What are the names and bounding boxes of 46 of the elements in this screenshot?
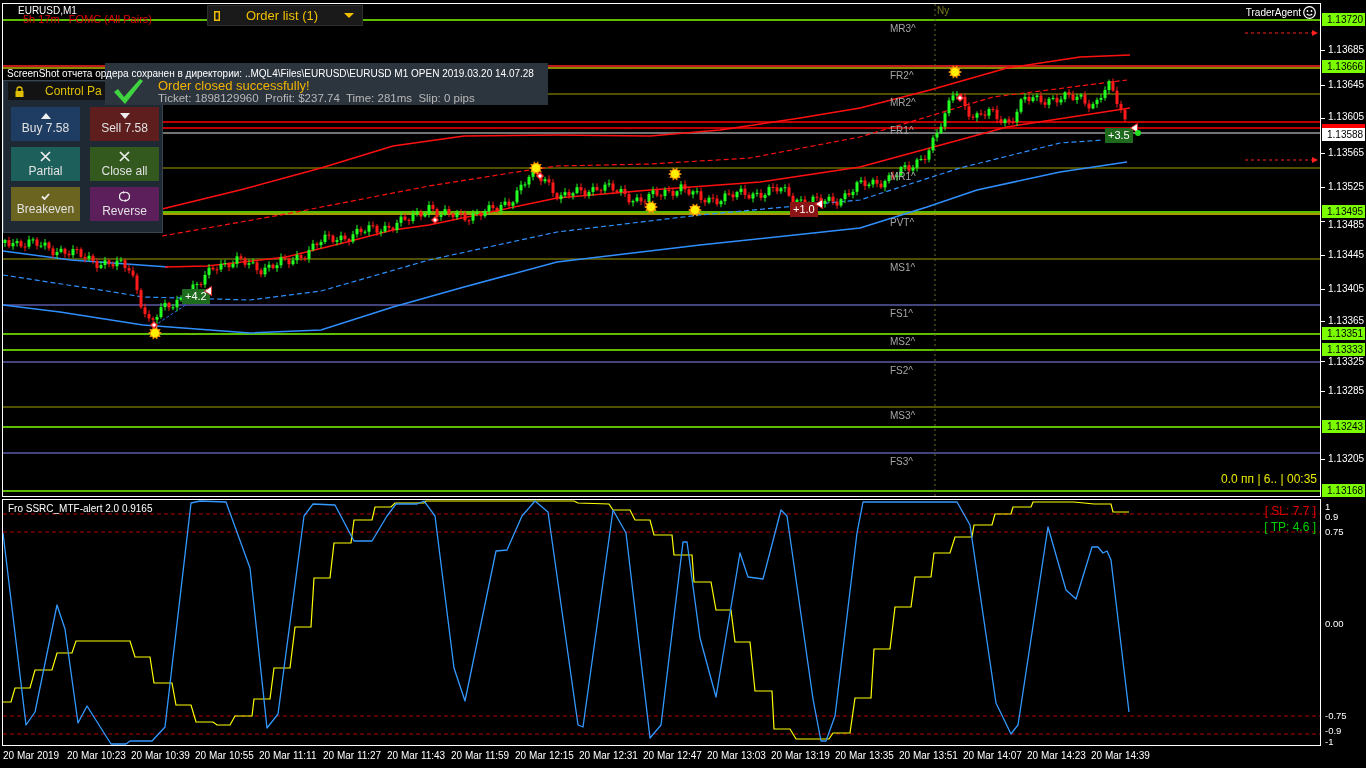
price-level-badge: 1.13495 [1322,205,1365,218]
indicator-axis-label: 0.00 [1325,619,1344,629]
time-axis-label: 20 Mar 10:39 [131,750,190,761]
time-axis-label: 20 Mar 14:23 [1027,750,1086,761]
time-axis-label: 20 Mar 2019 [3,750,60,761]
time-axis-label: 20 Mar 14:07 [963,750,1022,761]
time-axis-label: 20 Mar 11:11 [259,750,317,761]
time-axis-label: 20 Mar 11:43 [387,750,446,761]
time-axis-label: 20 Mar 13:51 [899,750,958,761]
time-axis-label: 20 Mar 11:27 [323,750,382,761]
time-axis-label: 20 Mar 14:39 [1091,750,1150,761]
price-axis-label: 1.13405 [1328,283,1365,294]
time-axis-label: 20 Mar 12:15 [515,750,574,761]
time-axis-label: 20 Mar 13:03 [707,750,766,761]
indicator-axis-label: -0.75 [1325,711,1347,721]
price-axis-label: 1.13645 [1328,79,1365,90]
indicator-axis-label: -1 [1325,737,1334,747]
price-marker-icon [1322,124,1365,128]
time-axis-label: 20 Mar 10:55 [195,750,254,761]
price-axis-label: 1.13605 [1328,111,1365,122]
price-axis-label: 1.13285 [1328,385,1365,396]
price-level-badge: 1.13243 [1322,420,1365,433]
price-level-badge: 1.13168 [1322,484,1365,497]
time-axis-label: 20 Mar 11:59 [451,750,510,761]
price-axis-label: 1.13205 [1328,453,1365,464]
price-axis-label: 1.13485 [1328,219,1365,230]
time-axis-label: 20 Mar 13:19 [771,750,830,761]
time-axis-label: 20 Mar 10:23 [67,750,126,761]
time-axis-label: 20 Mar 13:35 [835,750,894,761]
price-axis-label: 1.13445 [1328,249,1365,260]
indicator-axis-label: 1 [1325,502,1331,512]
price-axis-label: 1.13525 [1328,181,1365,192]
indicator-axis-label: 0.75 [1325,527,1344,537]
price-axis-label: 1.13325 [1328,356,1365,367]
price-axis-label: 1.13685 [1328,44,1365,55]
indicator-axis-label: 0.9 [1325,512,1339,522]
price-level-badge: 1.13720 [1322,13,1365,26]
time-axis-label: 20 Mar 12:47 [643,750,702,761]
price-axis-label: 1.13365 [1328,315,1365,326]
indicator-axis-label: -0.9 [1325,726,1342,736]
price-level-badge: 1.13333 [1322,343,1365,356]
current-price-badge: 1.13588 [1322,128,1365,141]
time-axis-label: 20 Mar 12:31 [579,750,638,761]
price-level-badge: 1.13351 [1322,327,1365,340]
price-level-badge: 1.13666 [1322,60,1365,73]
price-axis-label: 1.13565 [1328,147,1365,158]
